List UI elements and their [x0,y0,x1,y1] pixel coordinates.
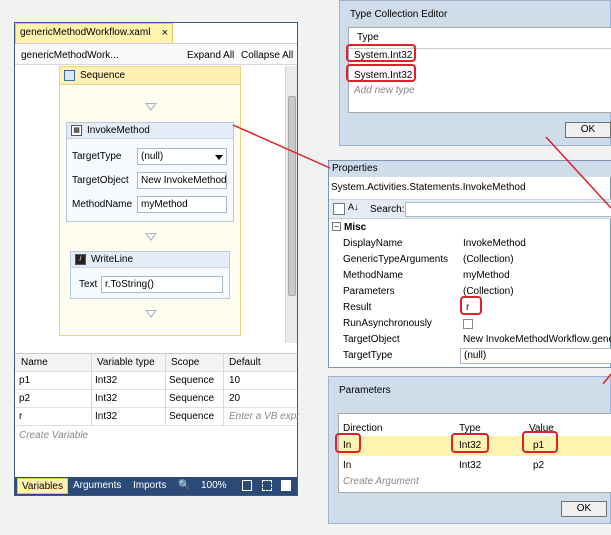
highlight-box [522,431,558,453]
highlight-box [346,44,416,62]
highlight-box [451,433,489,453]
callout-line [232,124,331,169]
annotation-lines [232,124,611,385]
callout-line [602,373,611,385]
highlight-box [335,433,361,453]
callout-line [545,136,611,209]
highlight-box [460,296,482,315]
highlight-box [346,64,416,82]
